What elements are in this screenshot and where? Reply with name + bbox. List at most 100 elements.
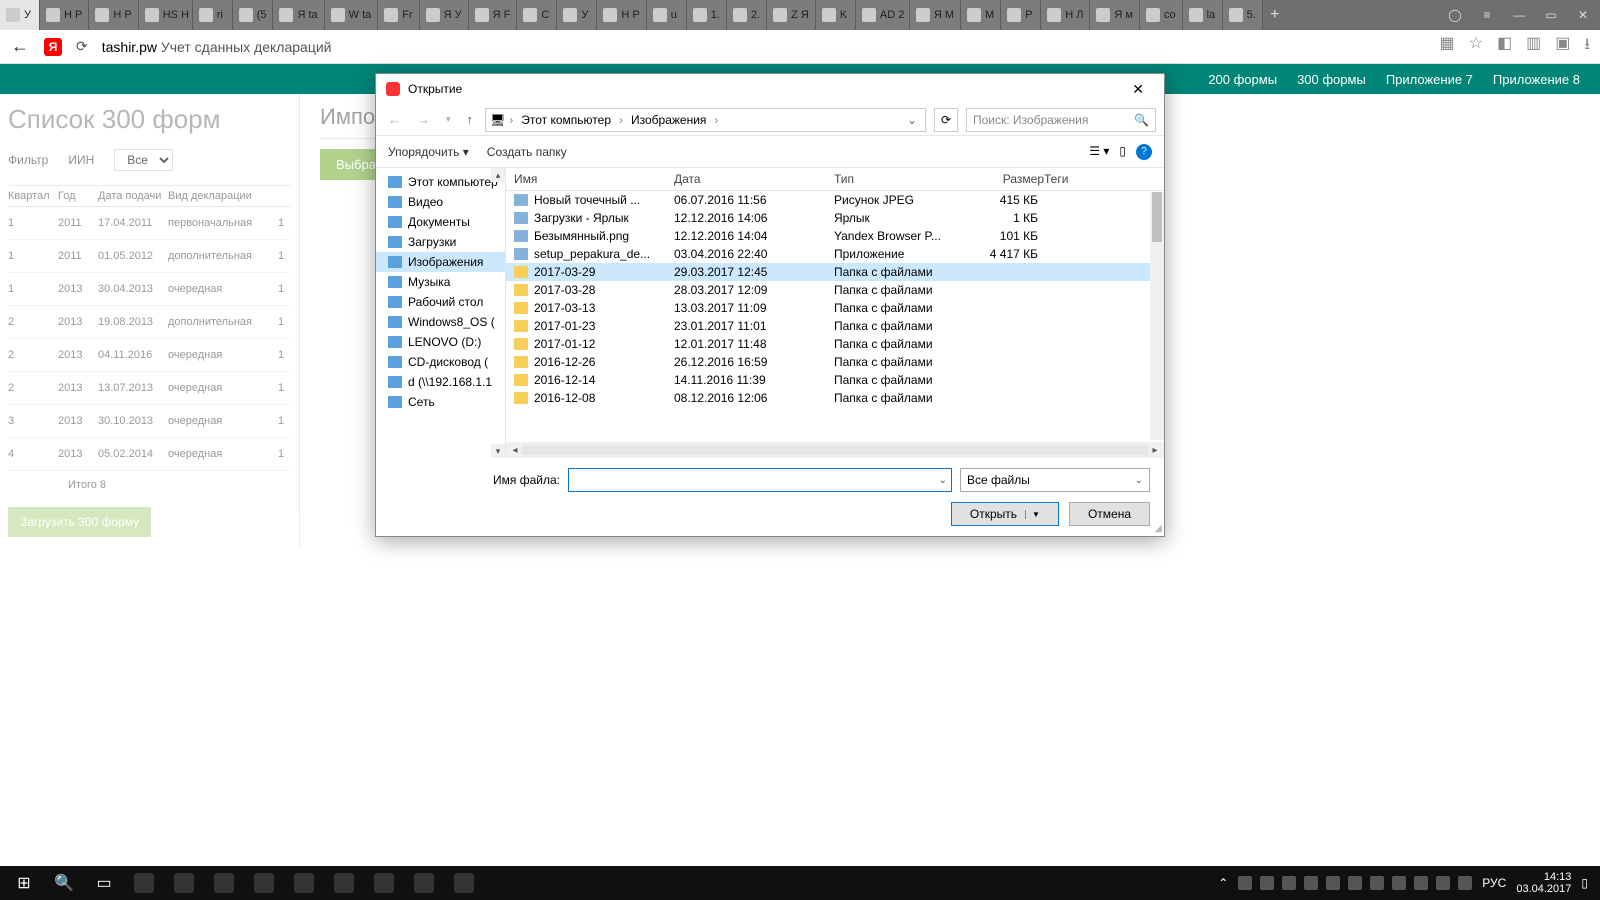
bookmark-icon[interactable]: ☆ [1469, 33, 1483, 60]
new-folder-button[interactable]: Создать папку [487, 145, 567, 159]
organize-menu[interactable]: Упорядочить ▾ [388, 145, 469, 159]
yandex-logo-icon[interactable]: Я [44, 38, 62, 56]
taskbar-app-icon[interactable] [164, 866, 204, 900]
hscroll-right[interactable]: ▸ [1148, 445, 1162, 456]
browser-tab[interactable]: Н P [40, 0, 89, 30]
browser-tab[interactable]: У [0, 0, 40, 30]
nav-link[interactable]: Приложение 7 [1386, 72, 1473, 87]
browser-tab[interactable]: Н Л [1041, 0, 1090, 30]
browser-tab[interactable]: W ta [325, 0, 379, 30]
taskbar-app-icon[interactable] [204, 866, 244, 900]
browser-tab[interactable]: Н P [597, 0, 646, 30]
menu-icon[interactable]: ≡ [1480, 8, 1494, 22]
tree-item[interactable]: Загрузки [376, 232, 505, 252]
tree-item[interactable]: Рабочий стол [376, 292, 505, 312]
taskbar-app-icon[interactable] [364, 866, 404, 900]
back-button[interactable]: ← [10, 36, 30, 57]
table-row[interactable]: 1201330.04.2013очередная1 [8, 273, 291, 306]
preview-pane-button[interactable]: ▯ [1119, 144, 1126, 160]
view-mode-button[interactable]: ☰ ▾ [1089, 144, 1109, 160]
tray-icon[interactable] [1282, 876, 1296, 890]
browser-tab[interactable]: М [961, 0, 1001, 30]
dialog-forward-button[interactable]: → [413, 110, 434, 129]
window-close-icon[interactable]: ✕ [1576, 8, 1590, 22]
load-300-button[interactable]: Загрузить 300 форму [8, 507, 151, 537]
table-row[interactable]: 3201330.10.2013очередная1 [8, 405, 291, 438]
nav-link[interactable]: Приложение 8 [1493, 72, 1580, 87]
downloads-icon[interactable]: ⭳ [1584, 33, 1590, 60]
taskbar-app-icon[interactable] [244, 866, 284, 900]
filename-input[interactable]: ⌄ [568, 468, 952, 492]
dialog-back-button[interactable]: ← [384, 110, 405, 129]
taskbar-app-icon[interactable] [444, 866, 484, 900]
crumb-pictures[interactable]: Изображения [627, 111, 710, 129]
user-icon[interactable]: ◯ [1448, 8, 1462, 22]
dialog-titlebar[interactable]: Открытие ✕ [376, 74, 1164, 104]
dialog-close-button[interactable]: ✕ [1122, 77, 1154, 102]
taskbar-clock[interactable]: 14:13 03.04.2017 [1516, 871, 1571, 895]
tray-icon[interactable] [1392, 876, 1406, 890]
table-row[interactable]: 2201304.11.2016очередная1 [8, 339, 291, 372]
file-type-filter[interactable]: Все файлы⌄ [960, 468, 1150, 492]
taskbar-search-icon[interactable]: 🔍 [44, 866, 84, 900]
file-row[interactable]: 2016-12-2626.12.2016 16:59Папка с файлам… [506, 353, 1164, 371]
file-row[interactable]: 2017-03-2828.03.2017 12:09Папка с файлам… [506, 281, 1164, 299]
file-row[interactable]: 2017-03-1313.03.2017 11:09Папка с файлам… [506, 299, 1164, 317]
file-list-vscrollbar[interactable] [1150, 192, 1164, 440]
browser-tab[interactable]: C [517, 0, 557, 30]
browser-tab[interactable]: Я F [469, 0, 518, 30]
browser-tab[interactable]: Z Я [767, 0, 816, 30]
file-list-header[interactable]: Имя Дата Тип Размер Теги [506, 168, 1164, 191]
dialog-history-dropdown[interactable]: ▾ [442, 112, 455, 127]
resize-grip-icon[interactable]: ◢ [1154, 523, 1162, 534]
taskbar-app-icon[interactable] [124, 866, 164, 900]
file-row[interactable]: 2017-01-1212.01.2017 11:48Папка с файлам… [506, 335, 1164, 353]
cancel-button[interactable]: Отмена [1069, 502, 1150, 526]
browser-tab[interactable]: У [557, 0, 597, 30]
file-row[interactable]: Загрузки - Ярлык12.12.2016 14:06Ярлык1 К… [506, 209, 1164, 227]
breadcrumb-dropdown[interactable]: ⌄ [903, 113, 921, 127]
taskbar-app-icon[interactable] [284, 866, 324, 900]
browser-tab[interactable]: la [1183, 0, 1223, 30]
browser-tab[interactable]: 2. [727, 0, 767, 30]
browser-tab[interactable]: Я У [420, 0, 469, 30]
dialog-search-input[interactable]: Поиск: Изображения 🔍 [966, 108, 1156, 132]
start-button[interactable]: ⊞ [4, 866, 44, 900]
file-row[interactable]: 2017-01-2323.01.2017 11:01Папка с файлам… [506, 317, 1164, 335]
taskbar-app-icon[interactable] [404, 866, 444, 900]
browser-tab[interactable]: (5 [233, 0, 274, 30]
tree-scroll-up[interactable]: ▴ [491, 168, 505, 182]
table-row[interactable]: 1201101.05.2012дополнительная1 [8, 240, 291, 273]
tray-icon[interactable] [1348, 876, 1362, 890]
nav-link[interactable]: 200 формы [1208, 72, 1277, 87]
tray-icon[interactable] [1436, 876, 1450, 890]
tray-icon[interactable] [1370, 876, 1384, 890]
filename-dropdown[interactable]: ⌄ [939, 475, 947, 486]
tray-icon[interactable] [1458, 876, 1472, 890]
help-button[interactable]: ? [1136, 144, 1152, 160]
browser-tab[interactable]: Н P [89, 0, 138, 30]
taskbar-app-icon[interactable] [324, 866, 364, 900]
col-tags[interactable]: Теги [1044, 172, 1084, 186]
breadcrumb[interactable]: 🖥 › Этот компьютер › Изображения › ⌄ [485, 108, 926, 132]
table-row[interactable]: 2201313.07.2013очередная1 [8, 372, 291, 405]
tray-expand-icon[interactable]: ⌃ [1218, 876, 1228, 890]
tray-icon[interactable] [1238, 876, 1252, 890]
extension-icon-3[interactable]: ▣ [1555, 33, 1570, 60]
tray-icon[interactable] [1304, 876, 1318, 890]
extension-icon-1[interactable]: ◧ [1497, 33, 1512, 60]
new-tab-button[interactable]: + [1263, 0, 1287, 30]
col-date[interactable]: Дата [674, 172, 834, 186]
table-row[interactable]: 4201305.02.2014очередная1 [8, 438, 291, 471]
file-row[interactable]: 2017-03-2929.03.2017 12:45Папка с файлам… [506, 263, 1164, 281]
browser-tab[interactable]: Я ta [273, 0, 324, 30]
dialog-up-button[interactable]: ↑ [463, 110, 478, 129]
table-row[interactable]: 1201117.04.2011первоначальная1 [8, 207, 291, 240]
browser-tab[interactable]: Я М [910, 0, 961, 30]
dialog-refresh-button[interactable]: ⟳ [934, 108, 958, 132]
tree-item[interactable]: d (\\192.168.1.1 [376, 372, 505, 392]
col-name[interactable]: Имя [514, 172, 674, 186]
browser-tab[interactable]: P [1001, 0, 1041, 30]
file-row[interactable]: Безымянный.png12.12.2016 14:04Yandex Bro… [506, 227, 1164, 245]
tray-icon[interactable] [1260, 876, 1274, 890]
